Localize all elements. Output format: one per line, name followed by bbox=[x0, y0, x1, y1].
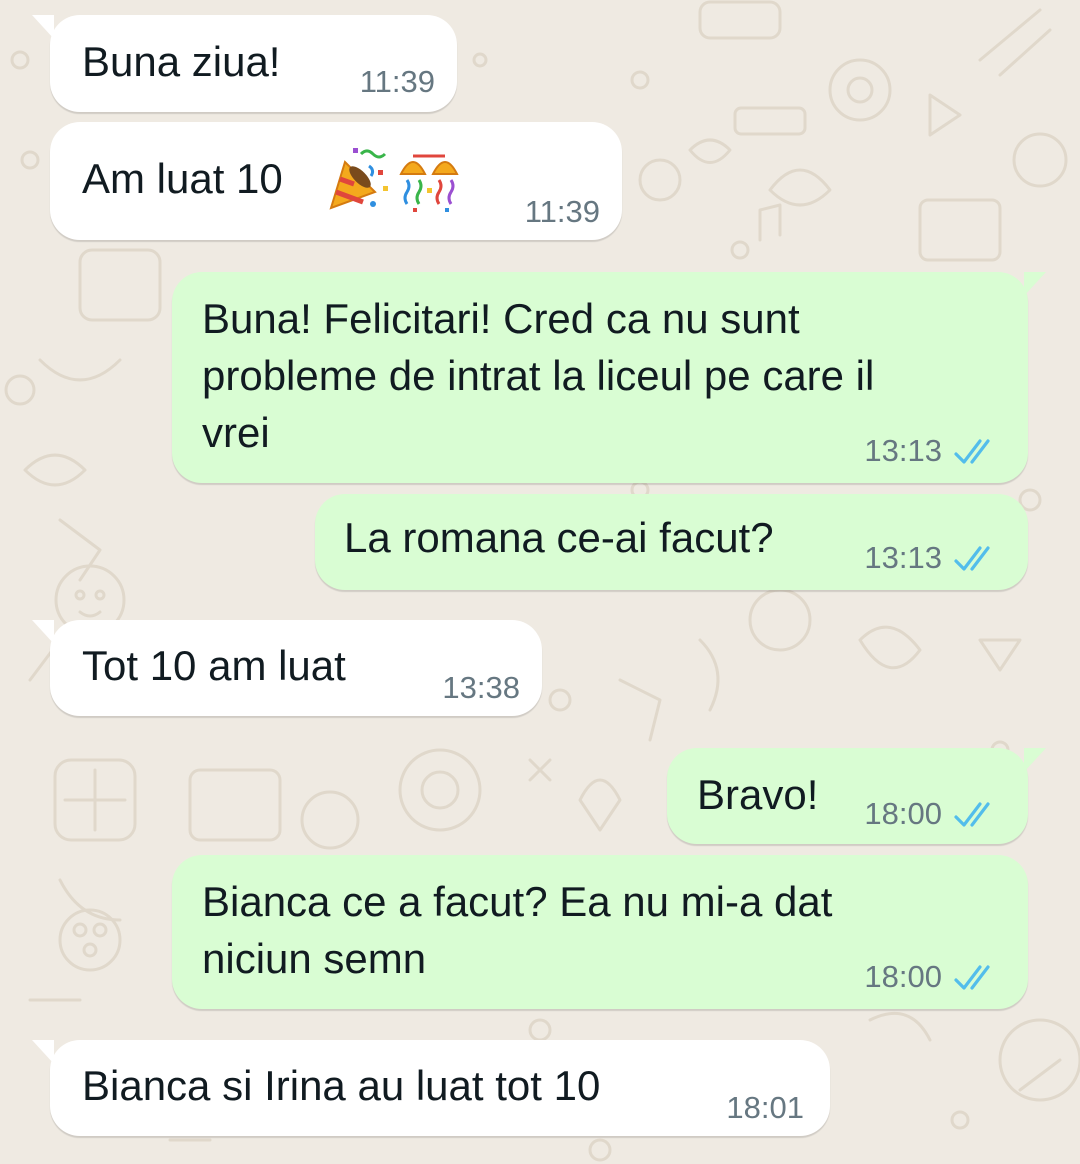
read-receipt-icon bbox=[954, 802, 990, 827]
message-bubble-outgoing[interactable]: Bravo! 18:00 bbox=[667, 748, 1046, 844]
message-bubble-outgoing[interactable]: La romana ce-ai facut? 13:13 bbox=[315, 494, 1028, 590]
bubble-tail bbox=[32, 620, 54, 644]
message-time: 18:00 bbox=[864, 796, 942, 831]
message-text: Buna ziua! bbox=[82, 38, 281, 85]
message-bubble-outgoing[interactable]: Bianca ce a facut? Ea nu mi-a dat niciun… bbox=[172, 855, 1028, 1009]
message-text: Buna! Felicitari! Cred ca nu sunt proble… bbox=[202, 295, 875, 456]
message-text: Tot 10 am luat bbox=[82, 642, 346, 689]
party-popper-icon bbox=[329, 148, 388, 210]
message-bubble-incoming[interactable]: Bianca si Irina au luat tot 10 18:01 bbox=[32, 1040, 830, 1136]
read-receipt-icon bbox=[954, 439, 990, 464]
bubble-tail bbox=[32, 15, 54, 39]
confetti-ball-icon bbox=[399, 154, 459, 212]
bubble-tail bbox=[1024, 272, 1046, 296]
message-text: Bravo! bbox=[697, 771, 819, 818]
message-time: 11:39 bbox=[359, 64, 435, 99]
message-text: Bianca si Irina au luat tot 10 bbox=[82, 1062, 601, 1109]
message-bubble-incoming[interactable]: Tot 10 am luat 13:38 bbox=[32, 620, 542, 716]
message-time: 18:01 bbox=[726, 1090, 804, 1125]
message-time: 11:39 bbox=[524, 194, 600, 229]
message-time: 13:13 bbox=[864, 540, 942, 575]
message-bubble-incoming[interactable]: Am luat 10 11:39 bbox=[50, 122, 622, 240]
message-time: 13:13 bbox=[864, 433, 942, 468]
read-receipt-icon bbox=[954, 965, 990, 990]
message-time: 18:00 bbox=[864, 959, 942, 994]
message-bubble-incoming[interactable]: Buna ziua! 11:39 bbox=[32, 15, 457, 112]
bubble-tail bbox=[1024, 748, 1046, 772]
message-time: 13:38 bbox=[442, 670, 520, 705]
message-text: La romana ce-ai facut? bbox=[344, 514, 774, 561]
read-receipt-icon bbox=[954, 546, 990, 571]
message-bubble-outgoing[interactable]: Buna! Felicitari! Cred ca nu sunt proble… bbox=[172, 272, 1046, 483]
bubble-tail bbox=[32, 1040, 54, 1064]
message-text: Bianca ce a facut? Ea nu mi-a dat niciun… bbox=[202, 878, 833, 982]
message-text: Am luat 10 bbox=[82, 155, 283, 202]
